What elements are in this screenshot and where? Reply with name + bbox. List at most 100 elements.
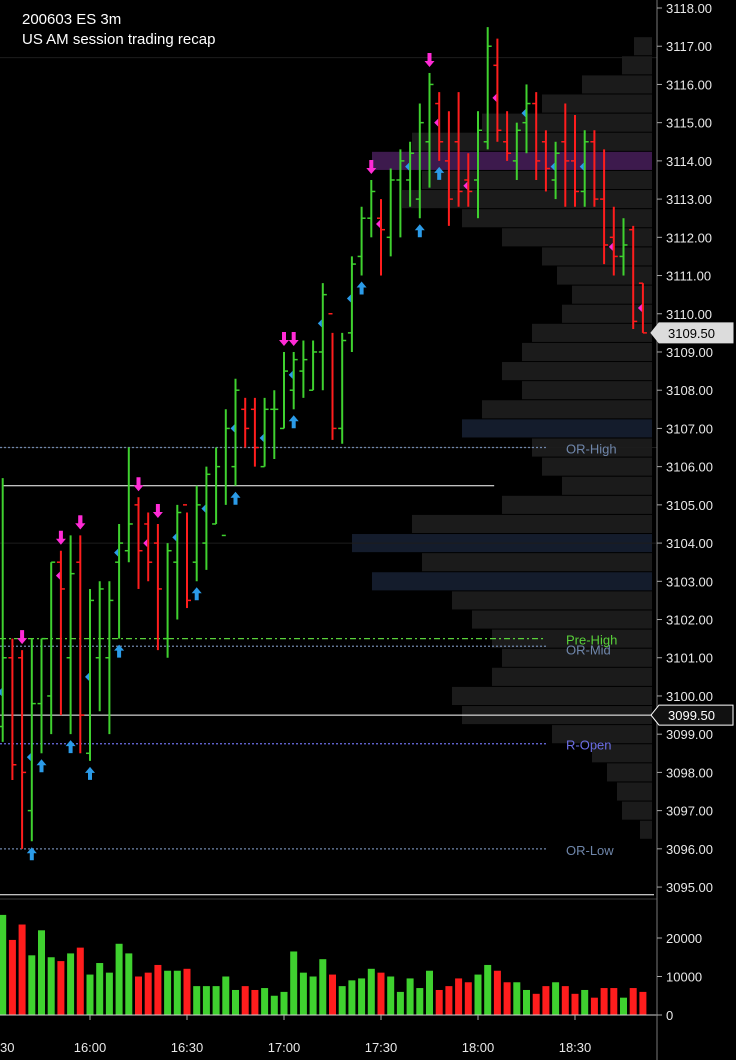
price-tick-label: 3110.00: [666, 307, 712, 322]
price-tick-label: 3095.00: [666, 880, 713, 895]
volume-tick-label: 20000: [666, 931, 702, 946]
volume-bar: [445, 986, 453, 1015]
price-label-text: 3099.50: [668, 708, 715, 723]
price-tick-label: 3106.00: [666, 460, 713, 475]
volume-bar: [125, 953, 133, 1015]
volume-bars: [0, 914, 647, 1015]
price-tick-label: 3103.00: [666, 574, 713, 589]
pivot-triangle-icon: [26, 753, 31, 762]
volume-bar: [232, 989, 239, 1015]
volume-bar: [639, 991, 647, 1015]
pivot-triangle-icon: [230, 424, 235, 433]
profile-row: [502, 362, 652, 381]
profile-row: [462, 419, 652, 438]
price-tick-label: 3117.00: [666, 39, 712, 54]
price-tick-label: 3097.00: [666, 804, 713, 819]
volume-bar: [590, 997, 598, 1015]
volume-bar: [105, 972, 113, 1015]
volume-bar: [406, 978, 414, 1015]
price-tick-label: 3109.00: [666, 345, 713, 360]
volume-bar: [319, 959, 327, 1015]
volume-bar: [299, 972, 307, 1015]
pivot-triangle-icon: [55, 571, 60, 580]
level-label: OR-Mid: [566, 642, 611, 657]
pivot-triangle-icon: [492, 93, 497, 102]
profile-row: [412, 514, 652, 534]
volume-bar: [513, 982, 521, 1015]
pivot-triangle-icon: [114, 548, 119, 557]
volume-bar: [610, 988, 618, 1015]
price-chart[interactable]: OR-HighPre-HighOR-MidR-OpenOR-Low 3095.0…: [0, 0, 736, 1060]
price-tick-label: 3118.00: [666, 1, 712, 16]
pivot-triangle-icon: [143, 539, 148, 548]
pivot-triangle-icon: [259, 433, 264, 442]
volume-bar: [47, 957, 55, 1015]
sell-arrow-icon: [75, 515, 86, 530]
volume-bar: [426, 970, 433, 1015]
price-tick-label: 3105.00: [666, 498, 713, 513]
buy-arrow-icon: [36, 759, 47, 773]
profile-row: [634, 37, 652, 56]
volume-bar: [503, 982, 511, 1015]
volume-bar: [212, 986, 220, 1015]
price-tick-label: 3114.00: [666, 154, 712, 169]
pivot-triangle-icon: [172, 533, 177, 542]
volume-bar: [629, 988, 637, 1015]
time-tick-label: 16:00: [74, 1040, 107, 1055]
price-tick-label: 3112.00: [666, 230, 712, 245]
volume-bar: [552, 982, 560, 1015]
volume-tick-label: 0: [666, 1008, 673, 1023]
volume-bar: [193, 986, 201, 1015]
price-tick-label: 3096.00: [666, 842, 713, 857]
level-label: OR-High: [566, 442, 617, 457]
time-tick-label: 18:30: [559, 1040, 592, 1055]
volume-bar: [86, 974, 94, 1015]
price-tick-label: 3100.00: [666, 689, 713, 704]
profile-row: [372, 572, 652, 591]
volume-bar: [416, 988, 424, 1015]
profile-row: [562, 304, 652, 323]
profile-row: [502, 495, 652, 514]
volume-bar: [532, 993, 540, 1015]
volume-bar: [76, 947, 84, 1015]
time-tick-label: 17:00: [268, 1040, 301, 1055]
pivot-triangle-icon: [376, 219, 380, 228]
volume-bar: [581, 989, 589, 1015]
volume-bar: [484, 964, 492, 1015]
volume-bar: [144, 972, 152, 1015]
volume-bar: [280, 991, 288, 1015]
volume-bar: [222, 976, 230, 1015]
profile-row: [622, 801, 652, 820]
volume-bar: [358, 978, 366, 1015]
buy-arrow-icon: [85, 766, 95, 780]
buy-arrow-icon: [191, 587, 202, 601]
profile-row: [562, 476, 652, 495]
volume-bar: [154, 964, 162, 1015]
profile-row: [482, 400, 652, 419]
volume-bar: [377, 972, 385, 1015]
profile-row: [522, 381, 652, 400]
profile-row: [422, 553, 652, 572]
volume-bar: [67, 953, 75, 1015]
volume-bar: [435, 989, 443, 1015]
volume-bar: [115, 943, 123, 1015]
volume-profile: [352, 37, 652, 839]
pivot-triangle-icon: [201, 504, 206, 513]
profile-row: [542, 94, 652, 113]
price-tick-label: 3113.00: [666, 192, 712, 207]
time-tick-label: 16:30: [171, 1040, 204, 1055]
volume-bar: [261, 988, 269, 1015]
volume-bar: [620, 997, 627, 1015]
price-tick-label: 3108.00: [666, 383, 713, 398]
sell-arrow-icon: [288, 331, 299, 346]
volume-bar: [57, 961, 65, 1015]
level-label: OR-Low: [566, 843, 614, 858]
price-tick-label: 3107.00: [666, 421, 713, 436]
volume-bar: [290, 951, 298, 1015]
volume-bar: [202, 986, 210, 1015]
sell-arrow-icon: [279, 331, 289, 346]
pivot-triangle-icon: [317, 319, 322, 328]
sell-arrow-icon: [133, 477, 144, 492]
volume-bar: [18, 924, 26, 1015]
sell-arrow-icon: [424, 52, 435, 67]
